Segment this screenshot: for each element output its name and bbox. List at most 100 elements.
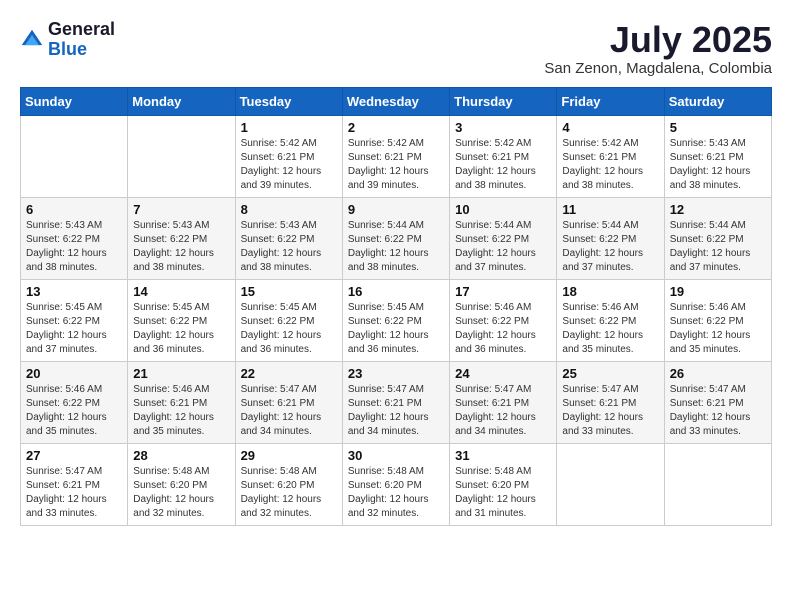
location-title: San Zenon, Magdalena, Colombia	[544, 60, 772, 77]
calendar-cell: 9 Sunrise: 5:44 AMSunset: 6:22 PMDaylight…	[342, 197, 449, 279]
calendar-week-row: 1 Sunrise: 5:42 AMSunset: 6:21 PMDaylight…	[21, 115, 772, 197]
day-of-week-header: Sunday	[21, 87, 128, 115]
day-info: Sunrise: 5:44 AMSunset: 6:22 PMDaylight:…	[562, 219, 658, 275]
day-info: Sunrise: 5:43 AMSunset: 6:21 PMDaylight:…	[670, 137, 766, 193]
day-number: 1	[241, 120, 337, 135]
logo-text: General Blue	[48, 20, 115, 60]
page-header: General Blue July 2025 San Zenon, Magdal…	[20, 20, 772, 77]
calendar-cell	[21, 115, 128, 197]
calendar-cell: 13 Sunrise: 5:45 AMSunset: 6:22 PMDayligh…	[21, 279, 128, 361]
day-number: 28	[133, 448, 229, 463]
day-info: Sunrise: 5:44 AMSunset: 6:22 PMDaylight:…	[670, 219, 766, 275]
day-number: 14	[133, 284, 229, 299]
day-info: Sunrise: 5:47 AMSunset: 6:21 PMDaylight:…	[241, 383, 337, 439]
calendar-cell: 15 Sunrise: 5:45 AMSunset: 6:22 PMDayligh…	[235, 279, 342, 361]
day-info: Sunrise: 5:46 AMSunset: 6:22 PMDaylight:…	[26, 383, 122, 439]
day-number: 19	[670, 284, 766, 299]
day-info: Sunrise: 5:45 AMSunset: 6:22 PMDaylight:…	[241, 301, 337, 357]
day-number: 9	[348, 202, 444, 217]
day-info: Sunrise: 5:48 AMSunset: 6:20 PMDaylight:…	[348, 465, 444, 521]
day-number: 26	[670, 366, 766, 381]
day-info: Sunrise: 5:46 AMSunset: 6:21 PMDaylight:…	[133, 383, 229, 439]
day-number: 8	[241, 202, 337, 217]
logo-blue: Blue	[48, 40, 115, 60]
day-info: Sunrise: 5:45 AMSunset: 6:22 PMDaylight:…	[26, 301, 122, 357]
day-number: 17	[455, 284, 551, 299]
calendar-cell: 23 Sunrise: 5:47 AMSunset: 6:21 PMDayligh…	[342, 361, 449, 443]
day-info: Sunrise: 5:46 AMSunset: 6:22 PMDaylight:…	[670, 301, 766, 357]
calendar-week-row: 27 Sunrise: 5:47 AMSunset: 6:21 PMDayligh…	[21, 443, 772, 525]
day-info: Sunrise: 5:45 AMSunset: 6:22 PMDaylight:…	[348, 301, 444, 357]
calendar-cell: 8 Sunrise: 5:43 AMSunset: 6:22 PMDaylight…	[235, 197, 342, 279]
day-number: 27	[26, 448, 122, 463]
calendar-week-row: 6 Sunrise: 5:43 AMSunset: 6:22 PMDaylight…	[21, 197, 772, 279]
day-number: 13	[26, 284, 122, 299]
day-number: 6	[26, 202, 122, 217]
day-info: Sunrise: 5:42 AMSunset: 6:21 PMDaylight:…	[455, 137, 551, 193]
day-info: Sunrise: 5:48 AMSunset: 6:20 PMDaylight:…	[241, 465, 337, 521]
day-info: Sunrise: 5:47 AMSunset: 6:21 PMDaylight:…	[348, 383, 444, 439]
day-info: Sunrise: 5:43 AMSunset: 6:22 PMDaylight:…	[241, 219, 337, 275]
day-number: 31	[455, 448, 551, 463]
calendar-cell: 29 Sunrise: 5:48 AMSunset: 6:20 PMDayligh…	[235, 443, 342, 525]
day-number: 25	[562, 366, 658, 381]
day-of-week-header: Friday	[557, 87, 664, 115]
day-info: Sunrise: 5:44 AMSunset: 6:22 PMDaylight:…	[348, 219, 444, 275]
day-number: 12	[670, 202, 766, 217]
day-info: Sunrise: 5:47 AMSunset: 6:21 PMDaylight:…	[562, 383, 658, 439]
calendar-cell: 14Sunrise: 5:45 AMSunset: 6:22 PMDayligh…	[128, 279, 235, 361]
calendar-cell	[128, 115, 235, 197]
day-number: 15	[241, 284, 337, 299]
day-number: 20	[26, 366, 122, 381]
day-of-week-header: Wednesday	[342, 87, 449, 115]
logo-icon	[20, 28, 44, 52]
day-info: Sunrise: 5:42 AMSunset: 6:21 PMDaylight:…	[348, 137, 444, 193]
calendar-cell: 27 Sunrise: 5:47 AMSunset: 6:21 PMDayligh…	[21, 443, 128, 525]
calendar-table: SundayMondayTuesdayWednesdayThursdayFrid…	[20, 87, 772, 526]
calendar-cell: 30Sunrise: 5:48 AMSunset: 6:20 PMDayligh…	[342, 443, 449, 525]
calendar-cell: 19 Sunrise: 5:46 AMSunset: 6:22 PMDayligh…	[664, 279, 771, 361]
logo-general: General	[48, 20, 115, 40]
calendar-cell: 24Sunrise: 5:47 AMSunset: 6:21 PMDayligh…	[450, 361, 557, 443]
calendar-cell: 16 Sunrise: 5:45 AMSunset: 6:22 PMDayligh…	[342, 279, 449, 361]
calendar-header-row: SundayMondayTuesdayWednesdayThursdayFrid…	[21, 87, 772, 115]
day-number: 29	[241, 448, 337, 463]
day-number: 3	[455, 120, 551, 135]
calendar-cell: 5 Sunrise: 5:43 AMSunset: 6:21 PMDaylight…	[664, 115, 771, 197]
day-info: Sunrise: 5:47 AMSunset: 6:21 PMDaylight:…	[26, 465, 122, 521]
month-title: July 2025	[544, 20, 772, 60]
calendar-cell: 1 Sunrise: 5:42 AMSunset: 6:21 PMDaylight…	[235, 115, 342, 197]
day-number: 5	[670, 120, 766, 135]
day-number: 24	[455, 366, 551, 381]
calendar-cell: 2Sunrise: 5:42 AMSunset: 6:21 PMDaylight…	[342, 115, 449, 197]
day-info: Sunrise: 5:47 AMSunset: 6:21 PMDaylight:…	[670, 383, 766, 439]
title-block: July 2025 San Zenon, Magdalena, Colombia	[544, 20, 772, 77]
day-number: 23	[348, 366, 444, 381]
calendar-cell	[557, 443, 664, 525]
calendar-cell: 3 Sunrise: 5:42 AMSunset: 6:21 PMDaylight…	[450, 115, 557, 197]
day-of-week-header: Monday	[128, 87, 235, 115]
calendar-cell: 4Sunrise: 5:42 AMSunset: 6:21 PMDaylight…	[557, 115, 664, 197]
day-info: Sunrise: 5:43 AMSunset: 6:22 PMDaylight:…	[133, 219, 229, 275]
calendar-cell: 12 Sunrise: 5:44 AMSunset: 6:22 PMDayligh…	[664, 197, 771, 279]
calendar-cell: 6Sunrise: 5:43 AMSunset: 6:22 PMDaylight…	[21, 197, 128, 279]
day-of-week-header: Tuesday	[235, 87, 342, 115]
day-of-week-header: Thursday	[450, 87, 557, 115]
day-info: Sunrise: 5:46 AMSunset: 6:22 PMDaylight:…	[455, 301, 551, 357]
day-number: 16	[348, 284, 444, 299]
day-info: Sunrise: 5:42 AMSunset: 6:21 PMDaylight:…	[241, 137, 337, 193]
calendar-cell: 11 Sunrise: 5:44 AMSunset: 6:22 PMDayligh…	[557, 197, 664, 279]
logo: General Blue	[20, 20, 115, 60]
day-info: Sunrise: 5:44 AMSunset: 6:22 PMDaylight:…	[455, 219, 551, 275]
calendar-cell: 25 Sunrise: 5:47 AMSunset: 6:21 PMDayligh…	[557, 361, 664, 443]
day-number: 21	[133, 366, 229, 381]
calendar-cell: 17 Sunrise: 5:46 AMSunset: 6:22 PMDayligh…	[450, 279, 557, 361]
calendar-week-row: 20 Sunrise: 5:46 AMSunset: 6:22 PMDayligh…	[21, 361, 772, 443]
calendar-week-row: 13 Sunrise: 5:45 AMSunset: 6:22 PMDayligh…	[21, 279, 772, 361]
calendar-cell: 7Sunrise: 5:43 AMSunset: 6:22 PMDaylight…	[128, 197, 235, 279]
calendar-cell: 31Sunrise: 5:48 AMSunset: 6:20 PMDayligh…	[450, 443, 557, 525]
calendar-cell: 22Sunrise: 5:47 AMSunset: 6:21 PMDayligh…	[235, 361, 342, 443]
day-number: 11	[562, 202, 658, 217]
day-info: Sunrise: 5:46 AMSunset: 6:22 PMDaylight:…	[562, 301, 658, 357]
calendar-cell: 20 Sunrise: 5:46 AMSunset: 6:22 PMDayligh…	[21, 361, 128, 443]
